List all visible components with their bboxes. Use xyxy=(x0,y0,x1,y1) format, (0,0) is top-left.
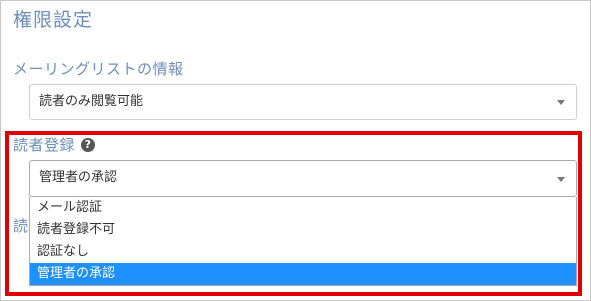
option-no-auth[interactable]: 認証なし xyxy=(30,241,576,263)
permission-settings-panel: 権限設定 メーリングリストの情報 読者のみ閲覧可能 読者登録 ? 管理者の承認 … xyxy=(0,0,591,301)
mailing-list-select-value: 読者のみ閲覧可能 xyxy=(39,94,144,109)
option-registration-disabled[interactable]: 読者登録不可 xyxy=(30,219,576,241)
reader-registration-select[interactable]: 管理者の承認 xyxy=(29,160,577,197)
reader-registration-select-value: 管理者の承認 xyxy=(39,170,118,185)
reader-registration-dropdown: メール認証 読者登録不可 認証なし 管理者の承認 xyxy=(29,197,577,286)
page-title: 権限設定 xyxy=(13,9,94,31)
question-circle-icon[interactable]: ? xyxy=(81,138,96,152)
option-admin-approval[interactable]: 管理者の承認 xyxy=(30,263,576,285)
mailing-list-label-text: メーリングリストの情報 xyxy=(13,60,184,78)
mailing-list-label: メーリングリストの情報 xyxy=(13,59,184,79)
reader-registration-label: 読者登録 ? xyxy=(13,135,96,155)
mailing-list-select[interactable]: 読者のみ閲覧可能 xyxy=(29,84,577,120)
chevron-down-icon xyxy=(557,100,565,105)
reader-registration-label-text: 読者登録 xyxy=(13,136,76,154)
chevron-down-icon xyxy=(557,177,565,182)
obscured-section-label: 読 xyxy=(13,217,29,235)
option-mail-auth[interactable]: メール認証 xyxy=(30,197,576,219)
